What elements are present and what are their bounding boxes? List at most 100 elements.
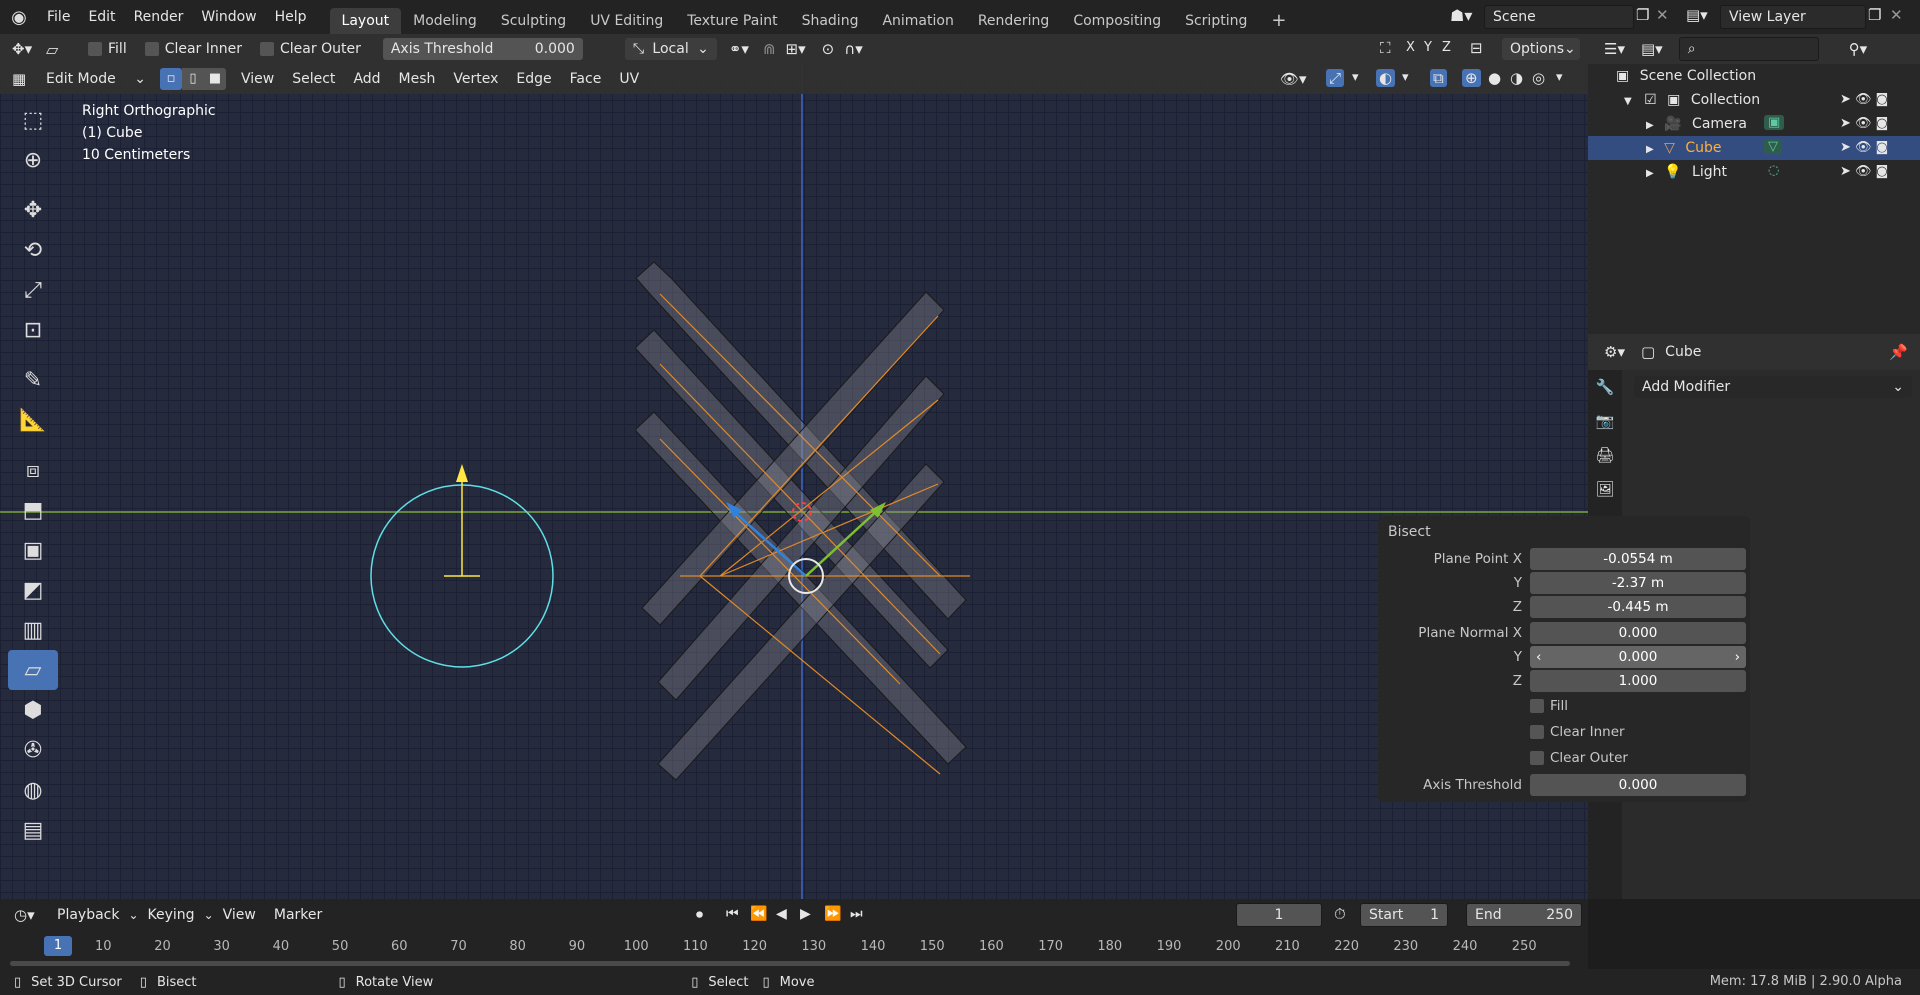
- record-icon[interactable]: ⏺: [696, 907, 703, 923]
- editor-type-icon[interactable]: ◷▾: [14, 906, 48, 924]
- end-frame-field[interactable]: End 250: [1466, 903, 1582, 927]
- jump-keyframe-forward-icon[interactable]: ⏩: [824, 906, 841, 922]
- pin-icon[interactable]: 📌: [1889, 343, 1908, 361]
- edge-select-icon[interactable]: ▯: [182, 68, 204, 90]
- inset-tool-icon[interactable]: ▣: [8, 530, 58, 570]
- proportional-editing-icon[interactable]: ⊙: [822, 40, 835, 58]
- jump-start-icon[interactable]: ⏮: [726, 906, 739, 922]
- plane-point-x-field[interactable]: -0.0554 m: [1530, 548, 1746, 570]
- auto-merge-icon[interactable]: ⊟: [1470, 39, 1483, 57]
- tab-modeling[interactable]: Modeling: [401, 8, 489, 34]
- gizmo-dropdown-icon[interactable]: ▾: [1352, 70, 1359, 85]
- snap-target-icon[interactable]: ⊞▾: [786, 40, 806, 58]
- tab-sculpting[interactable]: Sculpting: [489, 8, 578, 34]
- new-view-layer-icon[interactable]: ❐: [1868, 6, 1881, 24]
- loop-cut-tool-icon[interactable]: ▥: [8, 610, 58, 650]
- menu-render[interactable]: Render: [125, 0, 193, 34]
- play-reverse-icon[interactable]: ◀: [776, 906, 787, 922]
- clear-outer-check-box[interactable]: [260, 42, 275, 56]
- viewport-scene[interactable]: [0, 64, 1588, 899]
- tab-animation[interactable]: Animation: [870, 8, 965, 34]
- add-cube-tool-icon[interactable]: ⧈: [8, 450, 58, 490]
- clear-inner-check-box[interactable]: [144, 42, 159, 56]
- menu-select[interactable]: Select: [283, 64, 344, 94]
- menu-mesh[interactable]: Mesh: [390, 64, 445, 94]
- shading-material-icon[interactable]: ◑: [1510, 69, 1523, 87]
- shading-dropdown-icon[interactable]: ▾: [1556, 70, 1563, 85]
- transform-orientation-dropdown[interactable]: ⤡ Local ⌄: [624, 38, 717, 60]
- transform-tool-icon[interactable]: ⊡: [8, 310, 58, 350]
- tab-rendering[interactable]: Rendering: [966, 8, 1062, 34]
- visibility-icon[interactable]: 👁▾: [1280, 70, 1307, 88]
- menu-window[interactable]: Window: [192, 0, 265, 34]
- expand-arrow-icon[interactable]: ▶: [1646, 144, 1654, 155]
- overlays-toggle-icon[interactable]: ◐: [1376, 69, 1396, 87]
- output-tab-icon[interactable]: 🖨: [1588, 438, 1622, 472]
- editor-type-icon[interactable]: ✥▾: [12, 40, 46, 58]
- clear-outer-checkbox[interactable]: Clear Outer: [260, 41, 361, 57]
- new-scene-icon[interactable]: ❐: [1636, 6, 1649, 24]
- menu-timeline-view[interactable]: View: [214, 899, 265, 931]
- menu-uv[interactable]: UV: [610, 64, 648, 94]
- editor-type-icon[interactable]: ☰▾: [1604, 40, 1625, 58]
- fill-checkbox[interactable]: Fill: [88, 41, 127, 57]
- menu-marker[interactable]: Marker: [265, 899, 331, 931]
- camera-toggles[interactable]: ➤ 👁 ◙: [1840, 112, 1920, 136]
- delete-scene-icon[interactable]: ✕: [1656, 6, 1669, 24]
- timeline-scrollbar[interactable]: [10, 961, 1570, 966]
- menu-add[interactable]: Add: [344, 64, 389, 94]
- bevel-tool-icon[interactable]: ◩: [8, 570, 58, 610]
- add-modifier-dropdown[interactable]: Add Modifier ⌄: [1634, 376, 1912, 398]
- fill-check-box[interactable]: [88, 42, 102, 56]
- outliner-search-input[interactable]: ⌕: [1678, 37, 1819, 61]
- falloff-icon[interactable]: ∩▾: [844, 40, 863, 58]
- bisect-fill-checkbox[interactable]: Fill: [1530, 698, 1568, 714]
- poly-build-tool-icon[interactable]: ⬢: [8, 690, 58, 730]
- edge-slide-tool-icon[interactable]: ▤: [8, 810, 58, 850]
- face-select-icon[interactable]: ■: [204, 68, 226, 90]
- expand-arrow-icon[interactable]: ▶: [1646, 168, 1654, 179]
- start-frame-field[interactable]: Start 1: [1360, 903, 1448, 927]
- expand-arrow-icon[interactable]: ▶: [1646, 120, 1654, 131]
- select-box-icon[interactable]: ⬚: [8, 100, 58, 140]
- blender-logo-icon[interactable]: ◉: [0, 7, 38, 28]
- view-layer-icon[interactable]: ▤▾: [1686, 6, 1708, 24]
- tab-uv-editing[interactable]: UV Editing: [578, 8, 675, 34]
- plane-point-y-field[interactable]: -2.37 m: [1530, 572, 1746, 594]
- stopwatch-icon[interactable]: ⏱: [1334, 905, 1346, 923]
- display-mode-icon[interactable]: ▤▾: [1641, 40, 1663, 58]
- jump-keyframe-back-icon[interactable]: ⏪: [750, 906, 767, 922]
- menu-face[interactable]: Face: [561, 64, 611, 94]
- plane-point-z-field[interactable]: -0.445 m: [1530, 596, 1746, 618]
- bisect-axis-threshold-field[interactable]: 0.000: [1530, 774, 1746, 796]
- menu-file[interactable]: File: [38, 0, 79, 34]
- pivot-point-icon[interactable]: ⚭▾: [729, 40, 749, 58]
- plane-normal-y-field[interactable]: ‹ 0.000 ›: [1530, 646, 1746, 668]
- scene-icon[interactable]: ☗▾: [1450, 6, 1472, 25]
- menu-edit[interactable]: Edit: [79, 0, 124, 34]
- menu-playback[interactable]: Playback: [48, 899, 128, 931]
- plane-normal-x-field[interactable]: 0.000: [1530, 622, 1746, 644]
- scale-tool-icon[interactable]: ⤢: [8, 270, 58, 310]
- cube-toggles[interactable]: ➤ 👁 ◙: [1840, 136, 1920, 160]
- mirror-z-toggle[interactable]: Z: [1442, 40, 1451, 55]
- render-tab-icon[interactable]: 📷: [1588, 404, 1622, 438]
- shading-wireframe-icon[interactable]: ⊕: [1462, 69, 1481, 87]
- clear-inner-checkbox[interactable]: Clear Inner: [144, 41, 242, 57]
- camera-data-icon[interactable]: ▣: [1764, 115, 1785, 130]
- mode-dropdown[interactable]: Edit Mode ⌄: [38, 68, 154, 90]
- shading-rendered-icon[interactable]: ◎: [1532, 69, 1545, 87]
- measure-tool-icon[interactable]: 📐: [8, 400, 58, 440]
- menu-vertex[interactable]: Vertex: [444, 64, 507, 94]
- snap-icon[interactable]: ⋒: [763, 40, 776, 58]
- checkbox-icon[interactable]: ☑: [1644, 92, 1657, 108]
- spin-tool-icon[interactable]: ✇: [8, 730, 58, 770]
- mirror-y-toggle[interactable]: Y: [1424, 40, 1432, 55]
- scene-field[interactable]: Scene: [1484, 5, 1634, 29]
- menu-view[interactable]: View: [232, 64, 283, 94]
- add-workspace-icon[interactable]: +: [1259, 8, 1298, 34]
- axis-threshold-field[interactable]: Axis Threshold 0.000: [382, 38, 583, 60]
- light-toggles[interactable]: ➤ 👁 ◙: [1840, 160, 1920, 184]
- expand-arrow-icon[interactable]: ▼: [1624, 96, 1632, 107]
- gizmo-toggle-icon[interactable]: ⤢: [1326, 69, 1345, 87]
